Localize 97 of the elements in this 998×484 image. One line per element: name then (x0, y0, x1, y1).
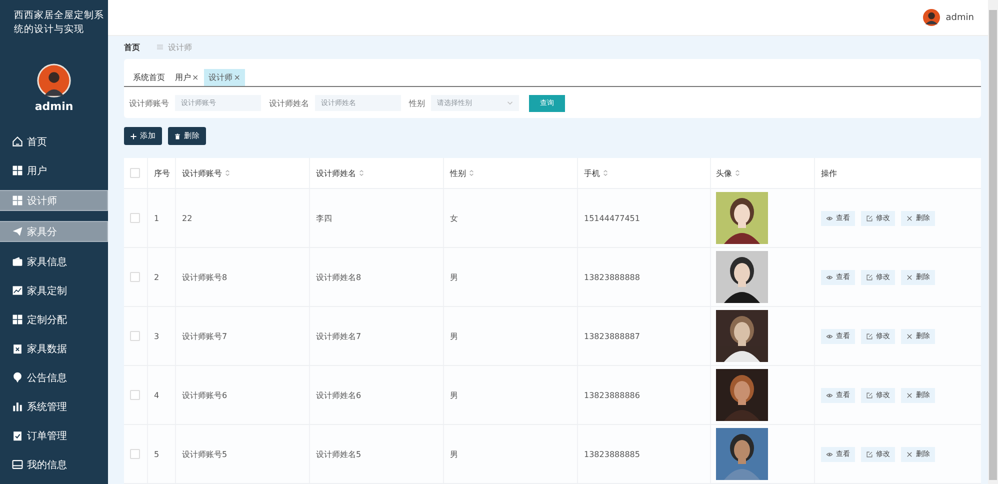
nav-item[interactable]: 定制分配 (0, 310, 108, 329)
table-cell: 女 (444, 189, 578, 247)
paper-plane-icon (12, 226, 23, 237)
sort-icon[interactable] (735, 169, 740, 177)
table-cell: 设计师姓名6 (310, 366, 444, 424)
grid-icon (12, 165, 23, 176)
table-cell: 3 (148, 307, 176, 365)
checkbox[interactable] (130, 331, 140, 341)
table-cell: 设计师账号5 (176, 425, 310, 483)
nav-item[interactable]: 订单管理 (0, 426, 108, 445)
edit-icon (866, 450, 873, 458)
eye-icon (826, 450, 833, 458)
table-cell: 2 (148, 248, 176, 306)
table-cell: 男 (444, 307, 578, 365)
sort-icon[interactable] (469, 169, 474, 177)
field-label: 设计师姓名 (269, 98, 309, 108)
close-icon (906, 332, 913, 340)
field-label: 设计师账号 (129, 98, 169, 108)
table-cell: 设计师姓名7 (310, 307, 444, 365)
close-icon (906, 274, 913, 280)
checkbox[interactable] (130, 213, 140, 223)
grid-icon (12, 314, 23, 325)
avatar-icon (922, 9, 940, 26)
edit-icon (866, 332, 873, 340)
edit-icon (866, 392, 873, 398)
table-cell: 男 (444, 425, 578, 483)
clipboard-check-icon (12, 430, 23, 441)
eye-icon (826, 392, 833, 398)
column-header[interactable]: 手机 (578, 158, 711, 188)
edit-icon (866, 274, 873, 280)
checkbox[interactable] (130, 449, 140, 459)
table-cell: 男 (444, 366, 578, 424)
table-cell: 13823888885 (578, 425, 711, 483)
table-cell: 13823888887 (578, 307, 711, 365)
table-cell: 男 (444, 248, 578, 306)
table-cell: 1 (148, 189, 176, 247)
clipboard-icon (12, 343, 23, 354)
table-cell: 15144477451 (578, 189, 711, 247)
table-cell: 设计师账号7 (176, 307, 310, 365)
bar-chart-icon (12, 401, 23, 412)
table-cell: 设计师账号6 (176, 366, 310, 424)
nav-item[interactable]: 家具定制 (0, 281, 108, 300)
trash-icon (174, 132, 181, 140)
edit-icon (866, 214, 873, 222)
breadcrumb-item: 设计师 (168, 42, 193, 52)
table-cell: 设计师姓名5 (310, 425, 444, 483)
nav-item[interactable]: 我的信息 (0, 455, 108, 474)
menu-icon (157, 44, 163, 50)
card-icon (12, 459, 23, 470)
pin-icon (12, 372, 23, 383)
username: admin (34, 100, 74, 113)
sort-icon[interactable] (225, 169, 230, 177)
username: admin (946, 12, 974, 22)
field-label: 性别 (409, 98, 425, 108)
close-icon (906, 214, 913, 222)
checkbox[interactable] (130, 168, 140, 178)
sort-icon[interactable] (603, 169, 608, 177)
table-cell: 13823888888 (578, 248, 711, 306)
checkbox[interactable] (130, 272, 140, 282)
table-cell: 设计师姓名8 (310, 248, 444, 306)
chevron-icon (507, 101, 513, 105)
nav-item[interactable]: 公告信息 (0, 368, 108, 387)
tab[interactable]: 用户× (170, 69, 204, 86)
eye-icon (826, 332, 833, 340)
nav-item[interactable]: 用户 (0, 161, 108, 180)
close-icon (906, 450, 913, 458)
tab[interactable]: 设计师× (204, 69, 246, 86)
scrollbar[interactable] (988, 0, 998, 484)
app-title: 西西家居全屋定制系统的设计与实现 (13, 9, 105, 37)
column-header[interactable]: 设计师姓名 (310, 158, 444, 188)
table-cell: 4 (148, 366, 176, 424)
table-cell: 设计师账号8 (176, 248, 310, 306)
sort-icon[interactable] (359, 169, 364, 177)
nav-item[interactable]: 首页 (0, 132, 108, 151)
nav-item[interactable]: 家具数据 (0, 339, 108, 358)
plus-icon (130, 132, 137, 140)
table-cell: 13823888886 (578, 366, 711, 424)
table-cell: 5 (148, 425, 176, 483)
wallet-icon (12, 256, 23, 267)
column-header[interactable]: 头像 (711, 158, 815, 188)
home-icon (12, 136, 23, 147)
eye-icon (826, 274, 833, 280)
eye-icon (826, 214, 833, 222)
nav-item[interactable]: 家具信息 (0, 252, 108, 271)
table-cell: 李四 (310, 189, 444, 247)
nav-item[interactable]: 系统管理 (0, 397, 108, 416)
column-header: 序号 (148, 158, 176, 188)
column-header[interactable]: 设计师账号 (176, 158, 310, 188)
close-icon (906, 392, 913, 398)
column-header[interactable]: 性别 (444, 158, 578, 188)
column-header: 操作 (820, 168, 838, 180)
tab[interactable]: 系统首页 (128, 69, 170, 86)
line-chart-icon (12, 285, 23, 296)
table-cell: 22 (176, 189, 310, 247)
breadcrumb-item[interactable]: 首页 (124, 42, 152, 52)
checkbox[interactable] (130, 390, 140, 400)
grid-icon (12, 195, 23, 206)
